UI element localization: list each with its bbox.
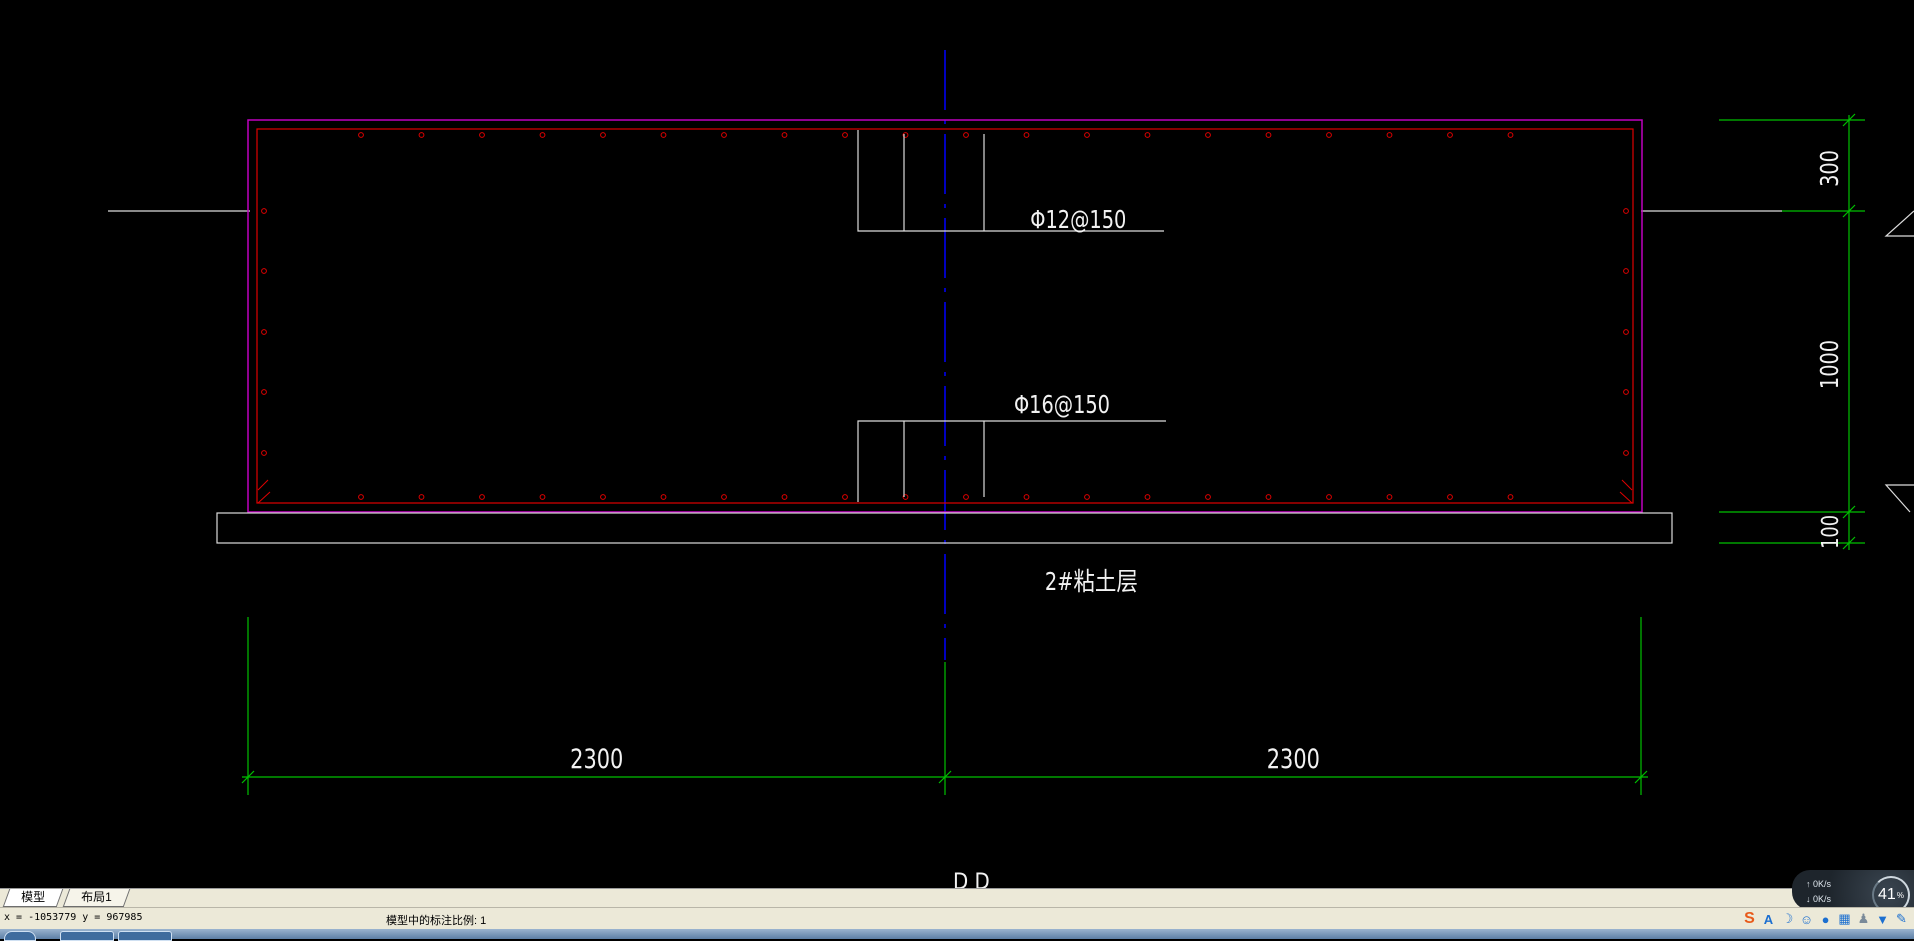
rebar-dot bbox=[1144, 494, 1151, 500]
moon-icon[interactable]: ☽ bbox=[1779, 911, 1796, 928]
cursor-coordinates: x = -1053779 y = 967985 bbox=[4, 912, 143, 923]
rebar-dot bbox=[660, 132, 667, 138]
rebar-dot bbox=[1386, 494, 1393, 500]
rebar-dot bbox=[1326, 132, 1332, 138]
rebar-dot bbox=[261, 329, 267, 335]
rebar-dot bbox=[479, 494, 485, 500]
taskbar-start-icon[interactable] bbox=[4, 931, 36, 941]
mic-icon[interactable]: ● bbox=[1817, 911, 1834, 928]
rebar-dot bbox=[1326, 494, 1332, 500]
annotation-scale[interactable]: 模型中的标注比例: 1 bbox=[386, 912, 486, 928]
rebar-dot bbox=[781, 494, 788, 500]
rebar-dot bbox=[1205, 132, 1211, 138]
rebar-dot bbox=[358, 494, 364, 500]
dim-v-top-label: 300 bbox=[1815, 150, 1844, 187]
rebar-dot bbox=[261, 389, 267, 395]
dim-left-label: 2300 bbox=[570, 743, 623, 774]
rebar-dot bbox=[539, 494, 546, 500]
ime-a-icon[interactable]: A bbox=[1760, 911, 1777, 928]
rebar-dot bbox=[600, 132, 606, 138]
taskbar-app-button[interactable] bbox=[60, 931, 114, 941]
rebar-dot bbox=[1623, 329, 1629, 335]
rebar-dot bbox=[842, 132, 848, 138]
smiley-icon[interactable]: ☺ bbox=[1798, 911, 1815, 928]
windows-taskbar bbox=[0, 929, 1914, 941]
dim-v-bottom-label: 100 bbox=[1818, 515, 1845, 549]
rebar-dot bbox=[1084, 494, 1090, 500]
rebar-dot bbox=[1447, 132, 1453, 138]
rebar-dot bbox=[358, 132, 364, 138]
upload-speed: 0K/s bbox=[1813, 879, 1832, 889]
keyboard-icon[interactable]: ▦ bbox=[1836, 911, 1853, 928]
rebar-dot bbox=[721, 132, 727, 138]
rebar-dot bbox=[600, 494, 606, 500]
tab-layout1[interactable]: 布局1 bbox=[62, 889, 130, 907]
bottom-rebar-label: Φ16@150 bbox=[1014, 390, 1110, 419]
rebar-dot bbox=[1623, 450, 1629, 456]
tab-model[interactable]: 模型 bbox=[2, 889, 64, 907]
rebar-dot bbox=[1265, 494, 1272, 500]
rebar-dot bbox=[963, 494, 969, 500]
elevation-marks bbox=[1884, 210, 1914, 513]
rebar-dot bbox=[1084, 132, 1090, 138]
dim-right-label: 2300 bbox=[1267, 743, 1320, 774]
rebar-dot bbox=[261, 268, 267, 274]
rebar-dot bbox=[1623, 208, 1629, 214]
rebar-dot bbox=[660, 494, 667, 500]
rebar-dot bbox=[1386, 132, 1393, 138]
layer-label: 2#粘土层 bbox=[1045, 567, 1138, 596]
download-speed: 0K/s bbox=[1813, 894, 1832, 904]
cad-drawing-canvas[interactable]: Φ12@150 Φ16@150 2#粘土层 2300 2300 300 1000… bbox=[0, 0, 1914, 890]
rebar-dot bbox=[1205, 494, 1211, 500]
rebar-dot bbox=[963, 132, 969, 138]
shirt-icon[interactable]: ▼ bbox=[1874, 911, 1891, 928]
rebar-dot bbox=[1144, 132, 1151, 138]
rebar-dot bbox=[261, 208, 267, 214]
dim-v-mid-label: 1000 bbox=[1815, 340, 1844, 389]
rebar-dot bbox=[1265, 132, 1272, 138]
rebar-dot bbox=[418, 494, 425, 500]
rebar-dot bbox=[1447, 494, 1453, 500]
section-title-partial: D D bbox=[953, 870, 990, 890]
sogou-s-icon[interactable]: S bbox=[1741, 910, 1758, 928]
rebar-dot bbox=[842, 494, 848, 500]
rebar-dot bbox=[1507, 494, 1514, 500]
network-speed-meter[interactable]: ↑ 0K/s ↓ 0K/s 41% bbox=[1792, 870, 1914, 914]
top-rebar-label: Φ12@150 bbox=[1030, 205, 1126, 234]
layout-tab-bar: 模型 布局1 bbox=[0, 888, 1914, 907]
bottom-rebar-detail bbox=[857, 420, 1166, 502]
rebar-dot bbox=[479, 132, 485, 138]
ime-tray: S A ☽ ☺ ● ▦ ♟ ▼ ✎ bbox=[1741, 909, 1910, 929]
user-icon[interactable]: ♟ bbox=[1855, 911, 1872, 928]
rebar-dot bbox=[418, 132, 425, 138]
rebar-dot bbox=[1623, 389, 1629, 395]
taskbar-app-button[interactable] bbox=[118, 931, 172, 941]
rebar-dot bbox=[1507, 132, 1514, 138]
rebar-dot bbox=[1023, 494, 1030, 500]
rebar-dot bbox=[1023, 132, 1030, 138]
rebar-dot bbox=[721, 494, 727, 500]
rebar-dot bbox=[261, 450, 267, 456]
wrench-icon[interactable]: ✎ bbox=[1893, 911, 1910, 928]
status-bar: x = -1053779 y = 967985 模型中的标注比例: 1 S A … bbox=[0, 907, 1914, 930]
rebar-dot bbox=[539, 132, 546, 138]
rebar-dot bbox=[781, 132, 788, 138]
rebar-dot bbox=[1623, 268, 1629, 274]
